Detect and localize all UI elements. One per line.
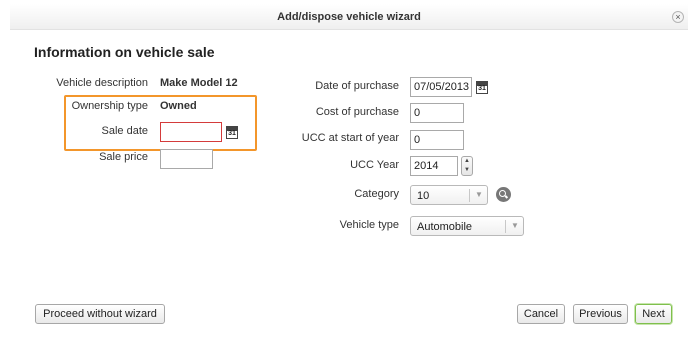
calendar-icon-day: 31 xyxy=(478,85,486,92)
calendar-icon[interactable]: 31 xyxy=(226,126,238,139)
section-title: Information on vehicle sale xyxy=(34,44,215,60)
sale-price-label: Sale price xyxy=(99,151,148,163)
category-select-value: 10 xyxy=(417,190,430,202)
select-separator xyxy=(505,220,506,233)
search-icon-handle xyxy=(504,195,509,199)
ownership-type-value: Owned xyxy=(160,100,197,112)
date-of-purchase-label: Date of purchase xyxy=(315,80,399,92)
vehicle-description-label: Vehicle description xyxy=(56,77,148,89)
ucc-year-label: UCC Year xyxy=(350,159,399,171)
dialog-title: Add/dispose vehicle wizard xyxy=(277,11,421,23)
select-separator xyxy=(469,189,470,202)
ucc-start-of-year-label: UCC at start of year xyxy=(301,132,399,144)
chevron-down-icon: ▼ xyxy=(475,190,483,199)
add-dispose-vehicle-wizard-dialog: Add/dispose vehicle wizard × Information… xyxy=(0,0,691,338)
vehicle-type-label: Vehicle type xyxy=(339,219,399,231)
date-of-purchase-input[interactable]: 07/05/2013 xyxy=(410,77,472,97)
vehicle-description-value: Make Model 12 xyxy=(160,77,238,89)
calendar-icon-day: 31 xyxy=(228,130,236,137)
sale-date-label: Sale date xyxy=(101,125,148,137)
stepper-up-icon[interactable]: ▲ xyxy=(462,157,472,166)
proceed-without-wizard-button[interactable]: Proceed without wizard xyxy=(35,304,165,324)
sale-date-input[interactable] xyxy=(160,122,222,142)
dialog-titlebar: Add/dispose vehicle wizard × xyxy=(10,4,688,30)
cost-of-purchase-input[interactable]: 0 xyxy=(410,103,464,123)
ownership-type-label: Ownership type xyxy=(71,100,148,112)
cost-of-purchase-label: Cost of purchase xyxy=(315,106,399,118)
ucc-start-of-year-input[interactable]: 0 xyxy=(410,130,464,150)
ucc-year-input[interactable]: 2014 xyxy=(410,156,458,176)
chevron-down-icon: ▼ xyxy=(511,221,519,230)
previous-button[interactable]: Previous xyxy=(573,304,628,324)
close-icon[interactable]: × xyxy=(672,11,684,23)
sale-price-input[interactable] xyxy=(160,149,213,169)
search-icon[interactable] xyxy=(496,187,511,202)
category-label: Category xyxy=(354,188,399,200)
cancel-button[interactable]: Cancel xyxy=(517,304,565,324)
next-button[interactable]: Next xyxy=(635,304,672,324)
vehicle-type-select[interactable]: Automobile ▼ xyxy=(410,216,524,236)
ucc-year-stepper[interactable]: ▲ ▼ xyxy=(461,156,473,176)
calendar-icon[interactable]: 31 xyxy=(476,81,488,94)
category-select[interactable]: 10 ▼ xyxy=(410,185,488,205)
stepper-down-icon[interactable]: ▼ xyxy=(462,166,472,175)
vehicle-type-select-value: Automobile xyxy=(417,221,473,233)
